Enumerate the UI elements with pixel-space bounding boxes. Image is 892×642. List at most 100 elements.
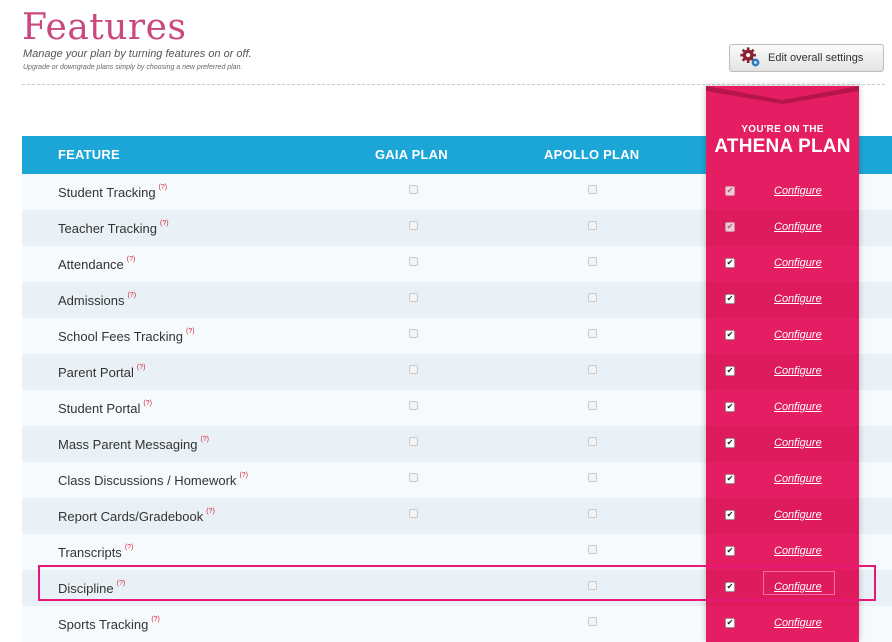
apollo-plan-checkbox[interactable]	[588, 617, 597, 626]
configure-link[interactable]: Configure	[774, 401, 822, 413]
header-divider	[22, 84, 885, 85]
configure-link[interactable]: Configure	[774, 473, 822, 485]
gear-icon	[739, 46, 761, 71]
feature-name: Class Discussions / Homework (?)	[58, 472, 248, 488]
athena-plan-checkbox[interactable]: ✔	[725, 510, 735, 520]
help-icon[interactable]: (?)	[125, 544, 134, 551]
athena-plan-checkbox[interactable]: ✔	[725, 366, 735, 376]
gaia-plan-checkbox[interactable]	[409, 473, 418, 482]
athena-plan-checkbox[interactable]: ✔	[725, 186, 735, 196]
feature-name: Student Portal (?)	[58, 400, 152, 416]
configure-link[interactable]: Configure	[774, 257, 822, 269]
help-icon[interactable]: (?)	[127, 256, 136, 263]
gaia-plan-checkbox[interactable]	[409, 257, 418, 266]
configure-link[interactable]: Configure	[774, 185, 822, 197]
edit-overall-settings-button[interactable]: Edit overall settings	[729, 44, 884, 72]
apollo-plan-checkbox[interactable]	[588, 509, 597, 518]
help-icon[interactable]: (?)	[117, 580, 126, 587]
feature-name-label: Parent Portal	[58, 365, 134, 380]
help-icon[interactable]: (?)	[143, 400, 152, 407]
athena-row-sports-tracking: ✔ Configure	[706, 606, 859, 642]
apollo-plan-checkbox[interactable]	[588, 257, 597, 266]
help-icon[interactable]: (?)	[200, 436, 209, 443]
athena-plan-checkbox[interactable]: ✔	[725, 402, 735, 412]
help-icon[interactable]: (?)	[159, 184, 168, 191]
configure-link[interactable]: Configure	[774, 509, 822, 521]
athena-plan-checkbox[interactable]: ✔	[725, 438, 735, 448]
athena-plan-checkbox[interactable]: ✔	[725, 222, 735, 232]
help-icon[interactable]: (?)	[186, 328, 195, 335]
page-subnote: Upgrade or downgrade plans simply by cho…	[23, 64, 243, 71]
feature-name-label: Sports Tracking	[58, 617, 149, 632]
ribbon-notch	[706, 86, 859, 104]
column-header-feature: FEATURE	[58, 147, 120, 162]
feature-name-label: Discipline	[58, 581, 114, 596]
feature-name-label: Admissions	[58, 293, 125, 308]
apollo-plan-checkbox[interactable]	[588, 437, 597, 446]
feature-name: Parent Portal (?)	[58, 364, 145, 380]
athena-row-report-cards-gradebook: ✔ Configure	[706, 498, 859, 534]
column-header-gaia-plan: GAIA PLAN	[375, 147, 448, 162]
help-icon[interactable]: (?)	[160, 220, 169, 227]
feature-name-label: Student Portal	[58, 401, 141, 416]
feature-name-label: Student Tracking	[58, 185, 156, 200]
feature-name-label: Transcripts	[58, 545, 122, 560]
athena-row-school-fees-tracking: ✔ Configure	[706, 318, 859, 354]
gaia-plan-checkbox[interactable]	[409, 329, 418, 338]
configure-link[interactable]: Configure	[774, 293, 822, 305]
apollo-plan-checkbox[interactable]	[588, 221, 597, 230]
gaia-plan-checkbox[interactable]	[409, 185, 418, 194]
help-icon[interactable]: (?)	[137, 364, 146, 371]
configure-link[interactable]: Configure	[774, 617, 822, 629]
feature-name-label: Mass Parent Messaging	[58, 437, 198, 452]
athena-row-teacher-tracking: ✔ Configure	[706, 210, 859, 246]
column-header-apollo-plan: APOLLO PLAN	[544, 147, 640, 162]
gaia-plan-checkbox[interactable]	[409, 509, 418, 518]
athena-plan-column: YOU'RE ON THE ATHENA PLAN ✔ Configure ✔ Con…	[706, 86, 859, 642]
apollo-plan-checkbox[interactable]	[588, 545, 597, 554]
athena-plan-checkbox[interactable]: ✔	[725, 546, 735, 556]
help-icon[interactable]: (?)	[127, 292, 136, 299]
gaia-plan-checkbox[interactable]	[409, 437, 418, 446]
athena-plan-checkbox[interactable]: ✔	[725, 474, 735, 484]
athena-row-admissions: ✔ Configure	[706, 282, 859, 318]
feature-name-label: Report Cards/Gradebook	[58, 509, 204, 524]
apollo-plan-checkbox[interactable]	[588, 365, 597, 374]
athena-plan-checkbox[interactable]: ✔	[725, 258, 735, 268]
athena-plan-checkbox[interactable]: ✔	[725, 582, 735, 592]
gaia-plan-checkbox[interactable]	[409, 365, 418, 374]
athena-plan-checkbox[interactable]: ✔	[725, 330, 735, 340]
configure-link[interactable]: Configure	[774, 329, 822, 341]
configure-link[interactable]: Configure	[774, 581, 822, 593]
help-icon[interactable]: (?)	[206, 508, 215, 515]
help-icon[interactable]: (?)	[239, 472, 248, 479]
athena-plan-rows: ✔ Configure ✔ Configure ✔ Configure ✔ Configure…	[706, 174, 859, 642]
gaia-plan-checkbox[interactable]	[409, 401, 418, 410]
athena-plan-prefix: YOU'RE ON THE	[741, 124, 824, 135]
feature-name-label: Teacher Tracking	[58, 221, 157, 236]
configure-link[interactable]: Configure	[774, 437, 822, 449]
gaia-plan-checkbox[interactable]	[409, 221, 418, 230]
apollo-plan-checkbox[interactable]	[588, 581, 597, 590]
athena-plan-checkbox[interactable]: ✔	[725, 294, 735, 304]
athena-row-discipline: ✔ Configure	[706, 570, 859, 606]
configure-link[interactable]: Configure	[774, 221, 822, 233]
athena-row-attendance: ✔ Configure	[706, 246, 859, 282]
apollo-plan-checkbox[interactable]	[588, 185, 597, 194]
page-subtitle: Manage your plan by turning features on …	[23, 48, 252, 60]
configure-link[interactable]: Configure	[774, 365, 822, 377]
athena-plan-name: ATHENA PLAN	[714, 136, 851, 157]
apollo-plan-checkbox[interactable]	[588, 473, 597, 482]
athena-row-parent-portal: ✔ Configure	[706, 354, 859, 390]
athena-row-class-discussions-homework: ✔ Configure	[706, 462, 859, 498]
apollo-plan-checkbox[interactable]	[588, 293, 597, 302]
apollo-plan-checkbox[interactable]	[588, 401, 597, 410]
gaia-plan-checkbox[interactable]	[409, 293, 418, 302]
apollo-plan-checkbox[interactable]	[588, 329, 597, 338]
configure-link[interactable]: Configure	[774, 545, 822, 557]
athena-row-mass-parent-messaging: ✔ Configure	[706, 426, 859, 462]
help-icon[interactable]: (?)	[151, 616, 160, 623]
feature-name: School Fees Tracking (?)	[58, 328, 195, 344]
feature-name-label: School Fees Tracking	[58, 329, 184, 344]
athena-plan-checkbox[interactable]: ✔	[725, 618, 735, 628]
